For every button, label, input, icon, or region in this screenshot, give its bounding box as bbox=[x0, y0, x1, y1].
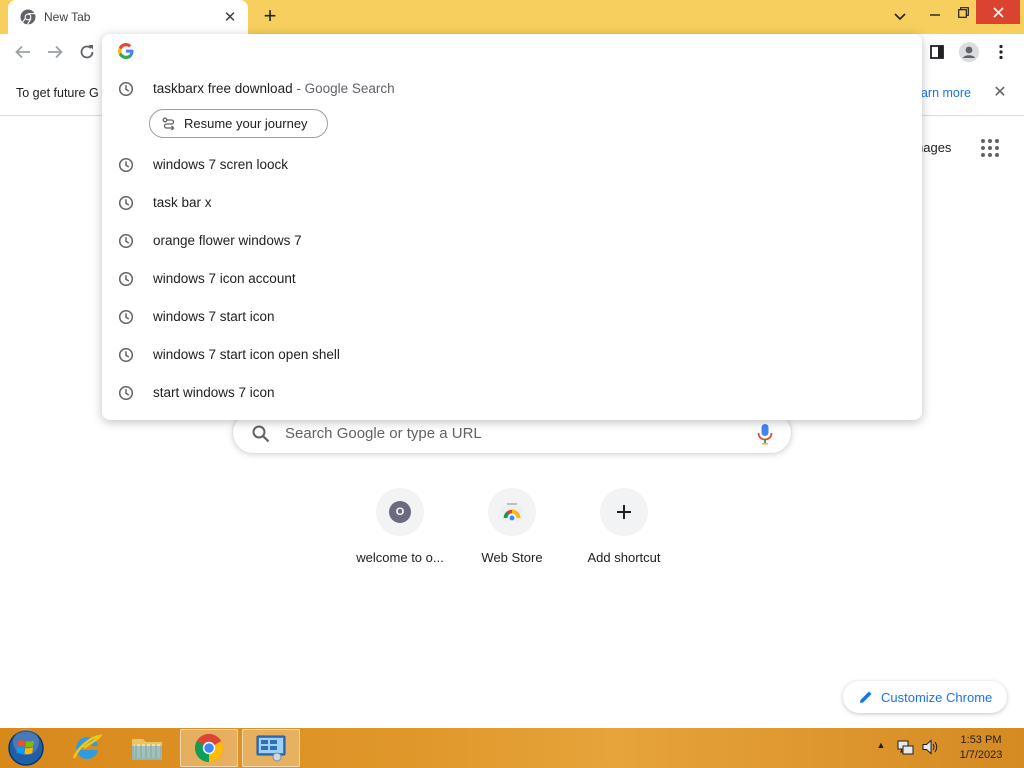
show-hidden-icons-button[interactable]: ▲ bbox=[874, 740, 888, 750]
tab-close-button[interactable]: ✕ bbox=[222, 9, 238, 26]
mic-icon[interactable] bbox=[755, 423, 775, 445]
resume-journey-label: Resume your journey bbox=[184, 116, 308, 131]
speaker-icon bbox=[922, 739, 938, 755]
folder-icon bbox=[132, 739, 162, 760]
resume-journey-chip[interactable]: Resume your journey bbox=[149, 109, 328, 138]
omnibox-dropdown: taskbarx free download - Google Search R… bbox=[102, 34, 922, 420]
reload-button[interactable] bbox=[76, 41, 98, 63]
clock-time: 1:53 PM bbox=[960, 734, 1002, 746]
chrome-icon bbox=[20, 9, 36, 25]
shortcut-avatar: O bbox=[389, 501, 411, 523]
suggestion-text: windows 7 scren loock bbox=[153, 157, 289, 172]
windows-orb-icon bbox=[8, 729, 44, 766]
info-bar-text: To get future G bbox=[16, 86, 99, 100]
taskbar-control-panel[interactable] bbox=[242, 729, 300, 767]
web-store-icon bbox=[502, 503, 522, 521]
minimize-button[interactable] bbox=[920, 0, 950, 24]
restore-button[interactable] bbox=[950, 0, 976, 24]
tab-title: New Tab bbox=[44, 10, 91, 24]
taskbar: ▲ 1:53 PM 1/7/2023 bbox=[0, 728, 1024, 768]
suggestion-text: taskbarx free download - Google Search bbox=[153, 81, 395, 96]
add-shortcut-button[interactable]: Add shortcut bbox=[568, 488, 680, 578]
shortcut-label: welcome to o... bbox=[356, 550, 444, 565]
side-panel-icon bbox=[930, 45, 944, 59]
title-bar: New Tab ✕ + bbox=[0, 0, 1024, 34]
close-icon bbox=[992, 6, 1004, 18]
shortcut-tile: O bbox=[376, 488, 424, 536]
taskbar-file-explorer[interactable] bbox=[118, 729, 176, 767]
profile-icon bbox=[959, 42, 979, 62]
clock-date: 1/7/2023 bbox=[959, 749, 1003, 761]
search-icon bbox=[252, 425, 270, 443]
omnibox-suggestion[interactable]: start windows 7 icon bbox=[102, 374, 922, 412]
shortcut-welcome[interactable]: O welcome to o... bbox=[344, 488, 456, 578]
omnibox-suggestion[interactable]: windows 7 start icon bbox=[102, 298, 922, 336]
suggestion-text: start windows 7 icon bbox=[153, 385, 275, 400]
profile-button[interactable] bbox=[958, 41, 980, 63]
shortcut-web-store[interactable]: Web Store bbox=[456, 488, 568, 578]
omnibox-suggestion[interactable]: taskbarx free download - Google Search bbox=[102, 70, 922, 108]
control-panel-icon bbox=[256, 735, 286, 762]
back-button[interactable] bbox=[12, 41, 34, 63]
kebab-menu-icon bbox=[999, 44, 1003, 60]
google-g-icon bbox=[118, 43, 134, 59]
window-close-button[interactable] bbox=[976, 0, 1020, 24]
history-icon bbox=[118, 233, 134, 249]
volume-tray-button[interactable] bbox=[920, 738, 940, 756]
forward-button[interactable] bbox=[44, 41, 66, 63]
suggestion-text: orange flower windows 7 bbox=[153, 233, 302, 248]
search-placeholder: Search Google or type a URL bbox=[285, 425, 482, 442]
restore-icon bbox=[957, 6, 969, 18]
start-button[interactable] bbox=[6, 729, 46, 767]
customize-chrome-label: Customize Chrome bbox=[881, 689, 993, 705]
suggestion-text: task bar x bbox=[153, 195, 212, 210]
plus-icon bbox=[617, 505, 631, 519]
side-panel-button[interactable] bbox=[926, 41, 948, 63]
journey-icon bbox=[162, 117, 175, 130]
shortcut-tile bbox=[488, 488, 536, 536]
omnibox-suggestion[interactable]: windows 7 start icon open shell bbox=[102, 336, 922, 374]
tab-new-tab[interactable]: New Tab ✕ bbox=[8, 0, 248, 34]
omnibox-suggestion[interactable]: orange flower windows 7 bbox=[102, 222, 922, 260]
menu-button[interactable] bbox=[990, 41, 1012, 63]
suggestion-query: taskbarx free download bbox=[153, 81, 293, 96]
history-icon bbox=[118, 157, 134, 173]
apps-grid-icon[interactable] bbox=[980, 138, 1000, 158]
history-icon bbox=[118, 385, 134, 401]
chrome-icon bbox=[195, 734, 223, 762]
network-icon bbox=[897, 740, 914, 755]
internet-explorer-icon bbox=[72, 734, 103, 759]
suggestion-suffix: - Google Search bbox=[292, 81, 395, 96]
tab-search-button[interactable] bbox=[886, 5, 914, 29]
history-icon bbox=[118, 81, 134, 97]
arrow-left-icon bbox=[15, 45, 30, 59]
reload-icon bbox=[80, 45, 94, 59]
info-bar-close-button[interactable]: ✕ bbox=[990, 82, 1010, 102]
history-icon bbox=[118, 347, 134, 363]
customize-chrome-button[interactable]: Customize Chrome bbox=[843, 681, 1007, 713]
network-tray-button[interactable] bbox=[896, 738, 916, 756]
omnibox-suggestion[interactable]: windows 7 icon account bbox=[102, 260, 922, 298]
minimize-icon bbox=[930, 14, 940, 16]
omnibox-suggestion[interactable]: task bar x bbox=[102, 184, 922, 222]
history-icon bbox=[118, 309, 134, 325]
pencil-icon bbox=[860, 691, 872, 703]
history-icon bbox=[118, 271, 134, 287]
shortcut-label: Add shortcut bbox=[587, 550, 661, 565]
new-tab-button[interactable]: + bbox=[258, 5, 282, 29]
suggestion-text: windows 7 start icon open shell bbox=[153, 347, 340, 362]
learn-more-link[interactable]: earn more bbox=[914, 86, 971, 100]
taskbar-chrome[interactable] bbox=[180, 729, 238, 767]
chevron-down-icon bbox=[894, 13, 906, 21]
taskbar-internet-explorer[interactable] bbox=[58, 729, 116, 767]
shortcut-label: Web Store bbox=[481, 550, 543, 565]
suggestion-text: windows 7 icon account bbox=[153, 271, 296, 286]
shortcut-tile bbox=[600, 488, 648, 536]
taskbar-clock[interactable]: 1:53 PM 1/7/2023 bbox=[944, 733, 1018, 763]
suggestion-text: windows 7 start icon bbox=[153, 309, 275, 324]
arrow-right-icon bbox=[48, 45, 63, 59]
omnibox-suggestion[interactable]: windows 7 scren loock bbox=[102, 146, 922, 184]
history-icon bbox=[118, 195, 134, 211]
